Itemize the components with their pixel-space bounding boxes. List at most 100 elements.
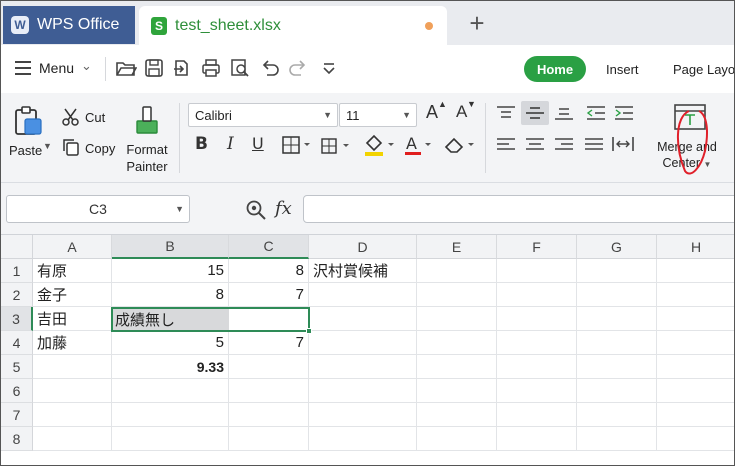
cell-d7[interactable] (309, 403, 417, 427)
row-header-3[interactable]: 3 (1, 307, 33, 331)
cell-g7[interactable] (577, 403, 657, 427)
font-name-select[interactable]: Calibri ▼ (188, 103, 338, 127)
format-painter-button[interactable]: Format Painter (125, 141, 169, 175)
cell-b3[interactable]: 成績無し (111, 307, 229, 331)
zoom-icon[interactable] (245, 199, 267, 221)
align-top-icon[interactable] (495, 105, 517, 121)
decrease-indent-icon[interactable] (585, 105, 607, 121)
font-color-icon[interactable]: A (403, 133, 437, 157)
cell-h4[interactable] (657, 331, 734, 355)
cell-d3[interactable] (309, 307, 417, 331)
cell-h2[interactable] (657, 283, 734, 307)
customize-toolbar-icon[interactable] (318, 57, 340, 79)
cell-e3[interactable] (417, 307, 497, 331)
cell-a6[interactable] (33, 379, 112, 403)
cell-h5[interactable] (657, 355, 734, 379)
column-header-g[interactable]: G (577, 235, 657, 259)
undo-icon[interactable] (259, 57, 281, 79)
cell-b4[interactable]: 5 (112, 331, 229, 355)
bold-button[interactable]: B (195, 134, 208, 154)
spreadsheet-grid[interactable]: A B C D E F G H 1 2 3 4 5 6 7 8 有原 金子 吉田 加藤… (1, 235, 734, 465)
cell-f1[interactable] (497, 259, 577, 283)
tab-wps-office[interactable]: W WPS Office (3, 6, 135, 44)
copy-button[interactable]: Copy (85, 141, 115, 156)
cell-f2[interactable] (497, 283, 577, 307)
cell-c4[interactable]: 7 (229, 331, 309, 355)
cell-d4[interactable] (309, 331, 417, 355)
cell-e7[interactable] (417, 403, 497, 427)
cell-d8[interactable] (309, 427, 417, 451)
cell-b5[interactable]: 9.33 (112, 355, 229, 379)
cell-c5[interactable] (229, 355, 309, 379)
chevron-down-icon[interactable]: ⌄ (81, 58, 92, 74)
cut-icon[interactable] (61, 107, 81, 127)
cell-a8[interactable] (33, 427, 112, 451)
cell-c8[interactable] (229, 427, 309, 451)
cell-f5[interactable] (497, 355, 577, 379)
row-header-1[interactable]: 1 (1, 259, 33, 283)
cell-a7[interactable] (33, 403, 112, 427)
cell-f7[interactable] (497, 403, 577, 427)
row-header-6[interactable]: 6 (1, 379, 33, 403)
increase-font-size-button[interactable]: A (426, 102, 438, 123)
column-header-b[interactable]: B (112, 235, 229, 259)
cell-a2[interactable]: 金子 (33, 283, 112, 307)
cell-c7[interactable] (229, 403, 309, 427)
underline-button[interactable]: U (252, 134, 264, 153)
cell-b2[interactable]: 8 (112, 283, 229, 307)
chevron-down-icon[interactable]: ▼ (175, 204, 184, 214)
column-header-h[interactable]: H (657, 235, 734, 259)
cell-a5[interactable] (33, 355, 112, 379)
print-icon[interactable] (200, 57, 222, 79)
font-size-select[interactable]: 11 ▼ (339, 103, 417, 127)
align-bottom-icon[interactable] (553, 105, 575, 121)
cell-b7[interactable] (112, 403, 229, 427)
cell-g3[interactable] (577, 307, 657, 331)
cell-f4[interactable] (497, 331, 577, 355)
row-header-7[interactable]: 7 (1, 403, 33, 427)
print-preview-icon[interactable] (229, 57, 251, 79)
cell-e2[interactable] (417, 283, 497, 307)
cell-c1[interactable]: 8 (229, 259, 309, 283)
cell-g2[interactable] (577, 283, 657, 307)
cell-c6[interactable] (229, 379, 309, 403)
cell-h6[interactable] (657, 379, 734, 403)
redo-icon[interactable] (287, 57, 309, 79)
export-icon[interactable] (171, 57, 193, 79)
cell-g6[interactable] (577, 379, 657, 403)
clear-format-icon[interactable] (443, 135, 479, 155)
save-icon[interactable] (143, 57, 165, 79)
justify-icon[interactable] (583, 137, 605, 153)
column-header-c[interactable]: C (229, 235, 309, 259)
cell-e4[interactable] (417, 331, 497, 355)
copy-icon[interactable] (61, 137, 81, 157)
tab-home[interactable]: Home (524, 56, 586, 82)
cell-f3[interactable] (497, 307, 577, 331)
tab-insert[interactable]: Insert (606, 62, 639, 77)
column-header-e[interactable]: E (417, 235, 497, 259)
cell-g4[interactable] (577, 331, 657, 355)
increase-indent-icon[interactable] (613, 105, 635, 121)
column-header-d[interactable]: D (309, 235, 417, 259)
cell-style-icon[interactable] (321, 137, 355, 155)
paste-dropdown-icon[interactable]: ▼ (43, 141, 52, 151)
row-header-4[interactable]: 4 (1, 331, 33, 355)
cell-h7[interactable] (657, 403, 734, 427)
cell-h1[interactable] (657, 259, 734, 283)
italic-button[interactable]: I (227, 134, 234, 154)
decrease-font-size-button[interactable]: A (456, 102, 467, 122)
borders-icon[interactable] (282, 135, 314, 155)
formula-input[interactable] (303, 195, 734, 223)
tab-test-sheet[interactable]: S test_sheet.xlsx (139, 6, 447, 46)
cell-g8[interactable] (577, 427, 657, 451)
cell-d6[interactable] (309, 379, 417, 403)
cell-a4[interactable]: 加藤 (33, 331, 112, 355)
tab-page-layout[interactable]: Page Layout (673, 62, 734, 77)
format-painter-icon[interactable] (133, 105, 161, 137)
cell-d5[interactable] (309, 355, 417, 379)
row-header-5[interactable]: 5 (1, 355, 33, 379)
cell-c2[interactable]: 7 (229, 283, 309, 307)
paste-button[interactable]: Paste (9, 143, 42, 158)
align-right-icon[interactable] (553, 137, 575, 153)
distribute-icon[interactable] (611, 135, 635, 153)
